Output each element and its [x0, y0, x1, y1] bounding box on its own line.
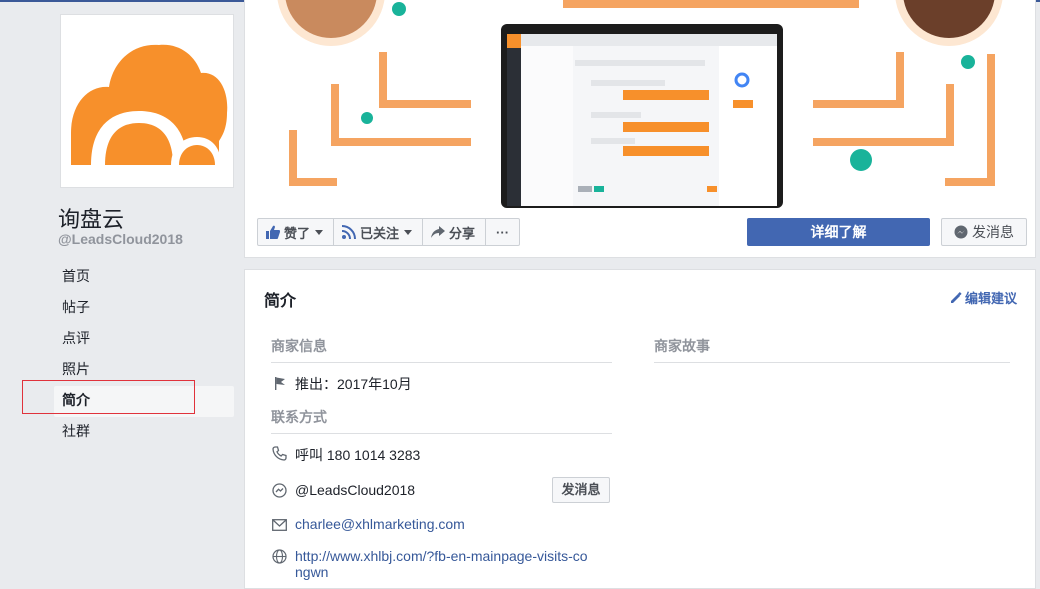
globe-icon	[271, 548, 288, 565]
messenger-row[interactable]: @LeadsCloud2018	[271, 482, 415, 499]
email-link[interactable]: charlee@xhlmarketing.com	[295, 516, 465, 532]
messenger-send-button[interactable]: 发消息	[552, 477, 610, 503]
cloud-logo-icon	[71, 44, 228, 165]
divider	[271, 433, 612, 434]
flag-icon	[271, 374, 288, 391]
cover-photo[interactable]	[245, 0, 1035, 208]
chevron-down-icon	[404, 229, 413, 235]
email-row[interactable]: charlee@xhlmarketing.com	[271, 516, 465, 533]
page-username[interactable]: @LeadsCloud2018	[58, 231, 183, 247]
website-link[interactable]: http://www.xhlbj.com/?fb-en-mainpage-vis…	[295, 548, 595, 580]
more-button[interactable]: ···	[485, 218, 521, 246]
thumbs-up-icon	[266, 225, 280, 239]
follow-label: 已关注	[360, 225, 400, 241]
page-title: 询盘云	[58, 207, 125, 232]
nav-item-home[interactable]: 首页	[54, 262, 234, 293]
suggest-edits-label: 编辑建议	[964, 291, 1017, 306]
envelope-icon	[271, 516, 288, 533]
business-story-heading: 商家故事	[654, 338, 710, 354]
messenger-handle: @LeadsCloud2018	[295, 482, 416, 498]
nav-item-posts[interactable]: 帖子	[54, 293, 234, 324]
follow-button[interactable]: 已关注	[333, 218, 424, 246]
about-card: 简介 编辑建议 商家信息 推出：2017年10月 联系方式 呼叫 180 101…	[244, 269, 1036, 589]
share-label: 分享	[449, 225, 476, 241]
send-message-button[interactable]: 发消息	[941, 218, 1027, 246]
learn-more-button[interactable]: 详细了解	[747, 218, 930, 246]
launch-date-row: 推出：2017年10月	[271, 374, 412, 394]
page-action-bar: 赞了 已关注 分享 ···	[257, 218, 521, 246]
profile-logo[interactable]	[60, 14, 234, 188]
messenger-icon	[271, 482, 288, 499]
send-message-label: 发消息	[972, 224, 1014, 240]
divider	[271, 362, 612, 363]
launch-date-text: 推出：2017年10月	[295, 376, 412, 392]
nav-item-community[interactable]: 社群	[54, 417, 234, 448]
chevron-down-icon	[315, 229, 324, 235]
annotation-highlight-box	[22, 380, 195, 414]
suggest-edits-link[interactable]: 编辑建议	[950, 288, 1017, 307]
business-info-heading: 商家信息	[271, 338, 327, 354]
cover-illustration-icon	[245, 0, 1035, 208]
website-row[interactable]: http://www.xhlbj.com/?fb-en-mainpage-vis…	[271, 548, 601, 580]
pencil-icon	[950, 291, 962, 303]
rss-icon	[342, 225, 357, 239]
phone-icon	[271, 445, 288, 462]
phone-row[interactable]: 呼叫 180 1014 3283	[271, 445, 420, 465]
messenger-icon	[954, 225, 968, 239]
phone-text: 呼叫 180 1014 3283	[295, 447, 421, 463]
about-title: 简介	[264, 293, 297, 310]
share-arrow-icon	[431, 226, 446, 238]
like-label: 赞了	[284, 225, 311, 241]
cover-card: 赞了 已关注 分享 ··· 详细了解 发消息	[244, 0, 1036, 258]
page-nav: 首页 帖子 点评 照片 简介 社群	[54, 262, 234, 448]
like-button[interactable]: 赞了	[257, 218, 335, 246]
divider	[654, 362, 1010, 363]
nav-item-reviews[interactable]: 点评	[54, 324, 234, 355]
share-button[interactable]: 分享	[422, 218, 487, 246]
contact-heading: 联系方式	[271, 409, 327, 425]
